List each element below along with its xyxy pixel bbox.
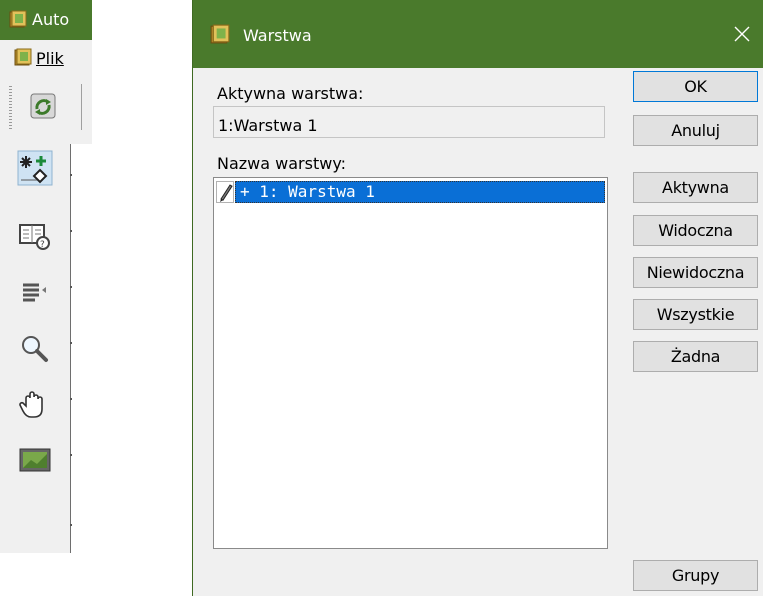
- cancel-button[interactable]: Anuluj: [633, 115, 758, 146]
- pencil-icon[interactable]: [216, 181, 234, 203]
- landscape-view-icon[interactable]: [17, 444, 53, 478]
- layer-name-label: Nazwa warstwy:: [217, 154, 347, 173]
- active-layer-label: Aktywna warstwa:: [217, 84, 364, 103]
- toolbar-grip[interactable]: [9, 86, 12, 130]
- app-menu-logo-icon[interactable]: [14, 48, 32, 70]
- sidebar-tick: [70, 174, 72, 176]
- list-item[interactable]: + 1: Warstwa 1: [216, 180, 605, 204]
- select-none-button[interactable]: Żadna: [633, 341, 758, 372]
- toolbar-separator: [81, 84, 82, 130]
- groups-button[interactable]: Grupy: [633, 560, 758, 591]
- snap-point-icon[interactable]: [17, 150, 53, 186]
- book-help-icon[interactable]: ?: [17, 219, 53, 253]
- set-invisible-button[interactable]: Niewidoczna: [633, 257, 758, 288]
- app-toolbar: [0, 72, 92, 144]
- sidebar-tick: [70, 524, 72, 526]
- dialog-logo-icon: [210, 24, 230, 48]
- layer-list[interactable]: + 1: Warstwa 1: [213, 177, 608, 549]
- menu-file[interactable]: Plik: [36, 49, 64, 68]
- app-titlebar: Auto: [0, 0, 92, 40]
- recycle-arrows-icon[interactable]: [26, 89, 60, 123]
- sidebar-tick: [70, 230, 72, 232]
- magnifier-icon[interactable]: [17, 332, 53, 366]
- sidebar-tick: [70, 398, 72, 400]
- app-logo-icon: [9, 10, 27, 32]
- set-visible-button[interactable]: Widoczna: [633, 215, 758, 246]
- app-tool-sidebar: ?: [0, 144, 72, 553]
- select-all-button[interactable]: Wszystkie: [633, 299, 758, 330]
- app-menubar: Plik: [0, 40, 92, 72]
- set-active-button[interactable]: Aktywna: [633, 172, 758, 203]
- layer-name[interactable]: + 1: Warstwa 1: [235, 181, 605, 203]
- dialog-title: Warstwa: [243, 26, 312, 45]
- active-layer-field: 1:Warstwa 1: [213, 106, 605, 138]
- layer-dialog: Warstwa Aktywna warstwa: 1:Warstwa 1 Naz…: [192, 0, 763, 596]
- svg-text:?: ?: [40, 240, 45, 250]
- close-icon[interactable]: [723, 17, 761, 51]
- sidebar-tick: [70, 286, 72, 288]
- dialog-titlebar[interactable]: Warstwa: [193, 0, 763, 68]
- hand-pan-icon[interactable]: [17, 388, 53, 422]
- sidebar-tick: [70, 454, 72, 456]
- list-lines-icon[interactable]: [17, 277, 53, 311]
- sidebar-tick: [70, 342, 72, 344]
- app-title: Auto: [32, 10, 70, 29]
- ok-button[interactable]: OK: [633, 71, 758, 102]
